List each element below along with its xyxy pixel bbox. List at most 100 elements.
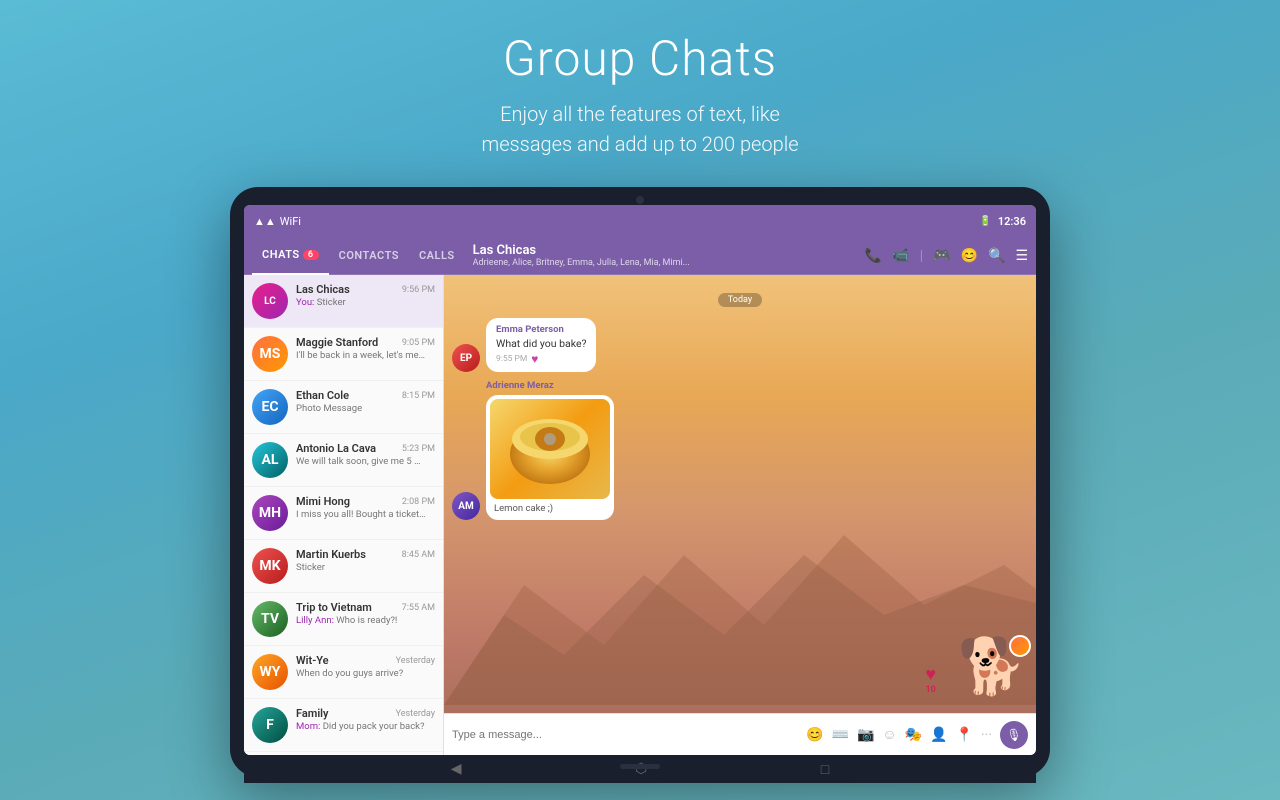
home-button[interactable]: ⬡: [635, 761, 647, 777]
avatar: LC: [252, 283, 288, 319]
nav-tabs: CHATS 6 CONTACTS CALLS Las Chicas Adriee…: [244, 237, 1036, 275]
tab-contacts[interactable]: CONTACTS: [329, 237, 409, 275]
message-avatar: AM: [452, 492, 480, 520]
camera-icon[interactable]: 📷: [857, 727, 874, 743]
chat-name-row: Ethan Cole 8:15 PM: [296, 389, 435, 402]
sticker-icon[interactable]: ☺: [882, 726, 896, 743]
chat-time: 2:08 PM: [402, 497, 435, 507]
heart-reactions: ♥ 10: [925, 664, 936, 695]
chat-info: Trip to Vietnam 7:55 AM Lilly Ann: Who i…: [296, 601, 435, 626]
tab-calls-label: CALLS: [419, 249, 455, 262]
location-icon[interactable]: 📍: [956, 727, 973, 743]
message-avatar: EP: [452, 344, 480, 372]
tab-chats[interactable]: CHATS 6: [252, 237, 329, 275]
chat-preview: When do you guys arrive?: [296, 668, 426, 679]
avatar: MS: [252, 336, 288, 372]
mic-button[interactable]: 🎙: [1000, 721, 1028, 749]
list-item[interactable]: MH Mimi Hong 2:08 PM I miss you all! Bou…: [244, 487, 443, 540]
message-row: AM Adrienne Meraz: [452, 380, 1028, 520]
chat-name: Mimi Hong: [296, 495, 350, 508]
chat-area: Today EP Emma Peterson What did you bake…: [444, 275, 1036, 755]
chat-preview: Photo Message: [296, 403, 426, 414]
avatar: EC: [252, 389, 288, 425]
chat-name-row: Martin Kuerbs 8:45 AM: [296, 548, 435, 561]
status-bar-right: 🔋 12:36: [979, 215, 1026, 228]
keyboard-icon[interactable]: ⌨️: [832, 727, 849, 743]
message-text: What did you bake?: [496, 337, 586, 350]
list-item[interactable]: TV Trip to Vietnam 7:55 AM Lilly Ann: Wh…: [244, 593, 443, 646]
chat-preview: We will talk soon, give me 5 minutes.: [296, 456, 426, 467]
recents-button[interactable]: □: [821, 761, 829, 778]
heart-count: 10: [926, 685, 936, 695]
emoji-icon[interactable]: 😊: [806, 727, 823, 743]
message-row: EP Emma Peterson What did you bake? 9:55…: [452, 318, 1028, 372]
emoji-nav-icon[interactable]: 😊: [961, 248, 978, 264]
chat-time: 5:23 PM: [402, 444, 435, 454]
active-chat-members: Adrieene, Alice, Britney, Emma, Julia, L…: [473, 258, 753, 268]
heart-icon: ♥: [925, 664, 936, 685]
chat-time: 7:55 AM: [402, 603, 435, 613]
chat-name-row: Wit-Ye Yesterday: [296, 654, 435, 667]
list-item[interactable]: MK Martin Kuerbs 8:45 AM Sticker: [244, 540, 443, 593]
page-title: Group Chats: [481, 30, 798, 87]
chat-name: Maggie Stanford: [296, 336, 378, 349]
chat-name-row: Family Yesterday: [296, 707, 435, 720]
back-button[interactable]: ◀: [451, 761, 462, 777]
battery-icon: 🔋: [979, 216, 991, 227]
nav-right-icons: 📞 📹 | 🎮 😊 🔍 ☰: [865, 248, 1028, 264]
list-item[interactable]: WY Wit-Ye Yesterday When do you guys arr…: [244, 646, 443, 699]
wifi-icon: WiFi: [280, 215, 301, 228]
menu-icon[interactable]: ☰: [1015, 248, 1028, 264]
chat-list: LC Las Chicas 9:56 PM You: Sticker MS: [244, 275, 444, 755]
active-chat-info: Las Chicas Adrieene, Alice, Britney, Emm…: [465, 243, 865, 268]
video-icon[interactable]: 📹: [892, 248, 909, 264]
chat-info: Martin Kuerbs 8:45 AM Sticker: [296, 548, 435, 573]
chat-name: Martin Kuerbs: [296, 548, 366, 561]
message-image: [490, 399, 610, 499]
list-item[interactable]: MS Maggie Stanford 9:05 PM I'll be back …: [244, 328, 443, 381]
list-item[interactable]: LC Las Chicas 9:56 PM You: Sticker: [244, 275, 443, 328]
user-mini-avatar: [1009, 635, 1031, 657]
gif-icon[interactable]: 🎭: [905, 727, 922, 743]
gamepad-icon[interactable]: 🎮: [933, 248, 950, 264]
tablet-frame: ▲▲ WiFi 🔋 12:36 CHATS 6 CONTACTS CALLS L…: [230, 187, 1050, 777]
tab-calls[interactable]: CALLS: [409, 237, 465, 275]
tab-contacts-label: CONTACTS: [339, 249, 399, 262]
message-time: 9:55 PM ♥: [496, 352, 586, 366]
heart-reaction-icon: ♥: [531, 352, 538, 366]
avatar: WY: [252, 654, 288, 690]
signal-icon: ▲▲: [254, 215, 276, 228]
chat-info: Wit-Ye Yesterday When do you guys arrive…: [296, 654, 435, 679]
chat-time: 9:56 PM: [402, 285, 435, 295]
chat-preview: Mom: Did you pack your back?: [296, 721, 426, 732]
status-bar-left: ▲▲ WiFi: [254, 215, 334, 228]
main-content: LC Las Chicas 9:56 PM You: Sticker MS: [244, 275, 1036, 755]
message-sender: Adrienne Meraz: [486, 380, 614, 391]
image-caption: Lemon cake ;): [490, 499, 610, 516]
list-item[interactable]: EC Ethan Cole 8:15 PM Photo Message: [244, 381, 443, 434]
chat-preview: You: Sticker: [296, 297, 426, 308]
image-bubble: Lemon cake ;): [486, 395, 614, 520]
list-item[interactable]: F Family Yesterday Mom: Did you pack you…: [244, 699, 443, 752]
chat-info: Antonio La Cava 5:23 PM We will talk soo…: [296, 442, 435, 467]
chat-name: Antonio La Cava: [296, 442, 376, 455]
message-input[interactable]: [452, 729, 798, 741]
status-time: 12:36: [998, 215, 1026, 228]
chat-time: 9:05 PM: [402, 338, 435, 348]
chat-name: Ethan Cole: [296, 389, 349, 402]
list-item[interactable]: AL Antonio La Cava 5:23 PM We will talk …: [244, 434, 443, 487]
avatar: TV: [252, 601, 288, 637]
contact-icon[interactable]: 👤: [930, 727, 947, 743]
search-icon[interactable]: 🔍: [988, 248, 1005, 264]
chat-name-row: Mimi Hong 2:08 PM: [296, 495, 435, 508]
more-icon[interactable]: ···: [981, 727, 992, 743]
chat-preview: Sticker: [296, 562, 426, 573]
avatar: MH: [252, 495, 288, 531]
input-bar: 😊 ⌨️ 📷 ☺ 🎭 👤 📍 ··· 🎙: [444, 713, 1036, 755]
chat-info: Family Yesterday Mom: Did you pack your …: [296, 707, 435, 732]
call-icon[interactable]: 📞: [865, 248, 882, 264]
chat-preview: I'll be back in a week, let's meet up th…: [296, 350, 426, 361]
tab-chats-badge: 6: [303, 250, 319, 260]
chat-time: 8:15 PM: [402, 391, 435, 401]
tablet-screen: ▲▲ WiFi 🔋 12:36 CHATS 6 CONTACTS CALLS L…: [244, 205, 1036, 755]
